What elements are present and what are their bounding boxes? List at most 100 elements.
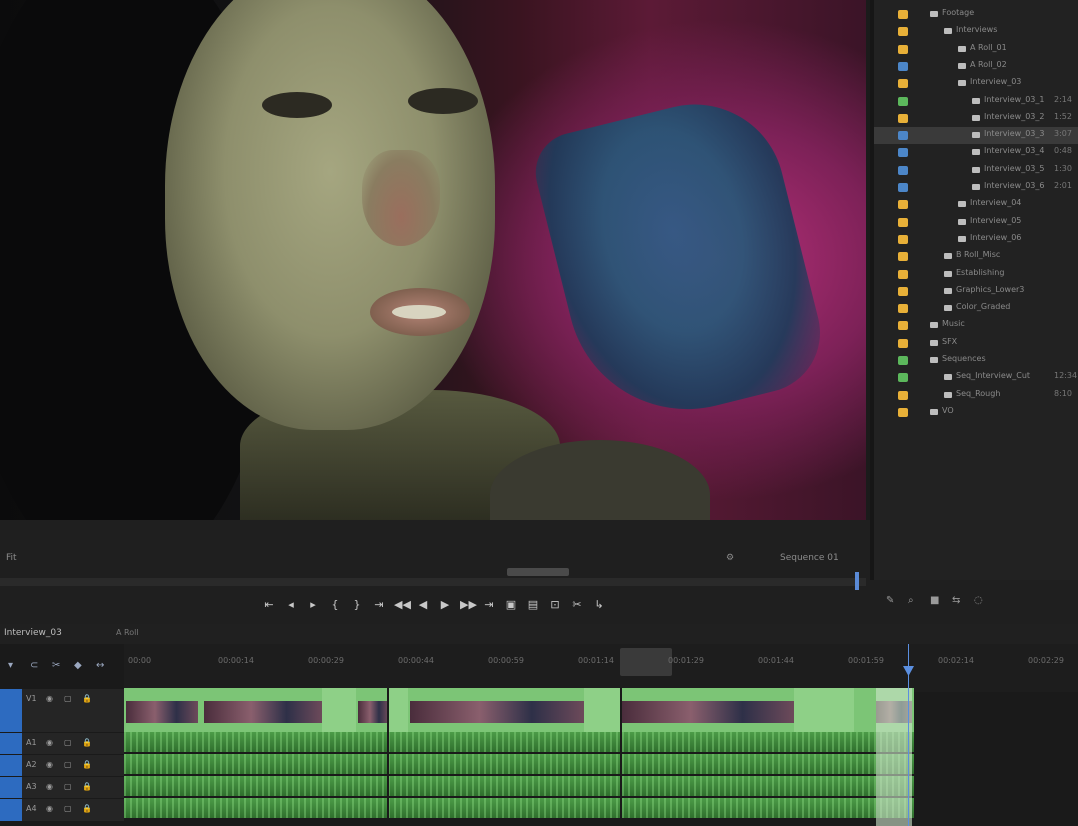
- monitor-scrub-bar[interactable]: [0, 568, 866, 586]
- label-color-swatch[interactable]: [898, 217, 908, 227]
- sync-icon[interactable]: ▢: [64, 804, 72, 813]
- track-target-toggle[interactable]: [0, 755, 22, 777]
- project-item[interactable]: Interview_03_1 2:14: [874, 93, 1078, 110]
- sync-icon[interactable]: ▢: [64, 694, 72, 703]
- resolution-dropdown[interactable]: Sequence 01: [780, 553, 839, 563]
- timeline-tool-icon[interactable]: ✂: [52, 660, 60, 671]
- transport-button[interactable]: ◂: [284, 598, 298, 612]
- project-item[interactable]: Seq_Rough 8:10: [874, 387, 1078, 404]
- label-color-swatch[interactable]: [898, 44, 908, 54]
- project-item[interactable]: Interview_03_3 3:07: [874, 127, 1078, 145]
- label-color-swatch[interactable]: [898, 286, 908, 296]
- eye-icon[interactable]: ◉: [46, 804, 53, 813]
- project-item[interactable]: Interview_04: [874, 196, 1078, 213]
- scrub-handle[interactable]: [507, 568, 569, 576]
- project-item[interactable]: Interview_03_4 0:48: [874, 144, 1078, 161]
- label-color-swatch[interactable]: [898, 252, 908, 262]
- label-color-swatch[interactable]: [898, 96, 908, 106]
- monitor-playhead[interactable]: [855, 572, 859, 590]
- project-item[interactable]: A Roll_01: [874, 41, 1078, 58]
- clip-thumbnail[interactable]: [358, 701, 388, 723]
- project-item[interactable]: B Roll_Misc: [874, 248, 1078, 265]
- sequence-tab[interactable]: Interview_03: [4, 628, 62, 638]
- video-track-v1[interactable]: [124, 688, 914, 732]
- label-color-swatch[interactable]: [898, 165, 908, 175]
- project-item[interactable]: SFX: [874, 335, 1078, 352]
- transport-button[interactable]: ▶▶: [460, 598, 477, 612]
- label-color-swatch[interactable]: [898, 131, 908, 141]
- transport-button[interactable]: }: [350, 598, 364, 612]
- edit-point[interactable]: [620, 688, 622, 826]
- label-color-swatch[interactable]: [898, 10, 908, 19]
- label-color-swatch[interactable]: [898, 200, 908, 210]
- project-item[interactable]: Graphics_Lower3: [874, 283, 1078, 300]
- project-item[interactable]: Interview_03_5 1:30: [874, 162, 1078, 179]
- in-out-range[interactable]: [620, 648, 672, 676]
- label-color-swatch[interactable]: [898, 321, 908, 331]
- transport-button[interactable]: ◀◀: [394, 598, 411, 612]
- transport-button[interactable]: ▸: [306, 598, 320, 612]
- track-target-toggle[interactable]: [0, 799, 22, 821]
- transport-button[interactable]: ▶: [438, 598, 452, 612]
- transport-button[interactable]: {: [328, 598, 342, 612]
- audio-track-a2[interactable]: [124, 754, 914, 774]
- project-item[interactable]: Music: [874, 317, 1078, 334]
- transport-button[interactable]: ⊡: [548, 598, 562, 612]
- project-item[interactable]: Interview_03_2 1:52: [874, 110, 1078, 127]
- edit-point[interactable]: [387, 688, 389, 826]
- project-item[interactable]: Interview_03: [874, 75, 1078, 92]
- track-target-toggle[interactable]: [0, 777, 22, 799]
- label-color-swatch[interactable]: [898, 338, 908, 348]
- label-color-swatch[interactable]: [898, 234, 908, 244]
- track-header-v1[interactable]: V1 ◉ ▢ 🔒: [0, 688, 124, 733]
- project-item[interactable]: Color_Graded: [874, 300, 1078, 317]
- sync-icon[interactable]: ▢: [64, 782, 72, 791]
- sequence-tab-secondary[interactable]: A Roll: [116, 628, 139, 637]
- lock-icon[interactable]: 🔒: [82, 694, 92, 703]
- transport-button[interactable]: ↳: [592, 598, 606, 612]
- sync-icon[interactable]: ▢: [64, 738, 72, 747]
- eye-icon[interactable]: ◉: [46, 782, 53, 791]
- transport-button[interactable]: ⇥: [372, 598, 386, 612]
- transport-button[interactable]: ⇥: [482, 598, 496, 612]
- track-header-a3[interactable]: A3 ◉ ▢ 🔒: [0, 776, 124, 799]
- lock-icon[interactable]: 🔒: [82, 782, 92, 791]
- clip-thumbnail[interactable]: [622, 701, 794, 723]
- sync-icon[interactable]: ▢: [64, 760, 72, 769]
- timeline-tool-icon[interactable]: ↔: [96, 660, 104, 671]
- lock-icon[interactable]: 🔒: [82, 804, 92, 813]
- clip-thumbnail[interactable]: [126, 701, 198, 723]
- project-item[interactable]: VO: [874, 404, 1078, 421]
- label-color-swatch[interactable]: [898, 183, 908, 192]
- eye-icon[interactable]: ◉: [46, 760, 53, 769]
- eye-icon[interactable]: ◉: [46, 694, 53, 703]
- label-color-swatch[interactable]: [898, 27, 908, 37]
- clip-thumbnail[interactable]: [410, 701, 584, 723]
- transport-button[interactable]: ▤: [526, 598, 540, 612]
- label-color-swatch[interactable]: [898, 407, 908, 417]
- project-tool-icon[interactable]: ■: [930, 595, 939, 606]
- project-item[interactable]: Sequences: [874, 352, 1078, 369]
- audio-track-a4[interactable]: [124, 798, 914, 818]
- track-target-toggle[interactable]: [0, 733, 22, 755]
- label-color-swatch[interactable]: [898, 356, 908, 365]
- project-item[interactable]: Interview_05: [874, 214, 1078, 231]
- eye-icon[interactable]: ◉: [46, 738, 53, 747]
- zoom-dropdown[interactable]: Fit: [6, 553, 17, 563]
- project-item[interactable]: A Roll_02: [874, 58, 1078, 75]
- transport-button[interactable]: ▣: [504, 598, 518, 612]
- project-tool-icon[interactable]: ⇆: [952, 595, 960, 606]
- project-tool-icon[interactable]: ⌕: [908, 595, 914, 606]
- transport-button[interactable]: ✂: [570, 598, 584, 612]
- track-target-toggle[interactable]: [0, 689, 22, 733]
- project-item[interactable]: Seq_Interview_Cut 12:34: [874, 369, 1078, 386]
- lock-icon[interactable]: 🔒: [82, 738, 92, 747]
- audio-track-a1[interactable]: [124, 732, 914, 752]
- label-color-swatch[interactable]: [898, 148, 908, 158]
- project-item[interactable]: Interview_06: [874, 231, 1078, 248]
- label-color-swatch[interactable]: [898, 390, 908, 400]
- label-color-swatch[interactable]: [898, 373, 908, 383]
- time-ruler[interactable]: 00:00 00:00:14 00:00:29 00:00:44 00:00:59 00:…: [124, 644, 1078, 692]
- label-color-swatch[interactable]: [898, 269, 908, 279]
- audio-track-a3[interactable]: [124, 776, 914, 796]
